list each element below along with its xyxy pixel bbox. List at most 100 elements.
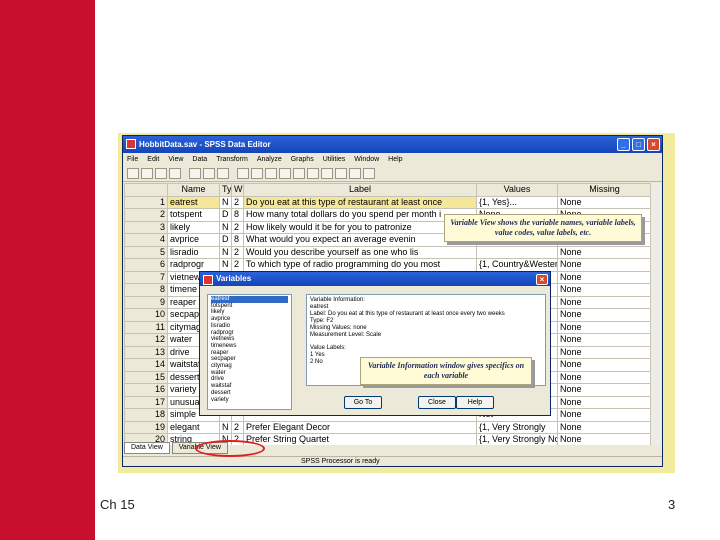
- menu-utilities[interactable]: Utilities: [323, 153, 346, 166]
- list-item[interactable]: citymag: [211, 363, 288, 370]
- cell-missing[interactable]: None: [557, 395, 651, 409]
- cell-missing[interactable]: None: [557, 333, 651, 347]
- open-icon[interactable]: [127, 168, 139, 179]
- goto-chart-icon[interactable]: [217, 168, 229, 179]
- insert-variable-icon[interactable]: [293, 168, 305, 179]
- cell-label[interactable]: Prefer String Quartet: [243, 433, 477, 445]
- list-item[interactable]: reaper: [211, 350, 288, 357]
- window-titlebar[interactable]: HobbitData.sav - SPSS Data Editor _ □ ×: [123, 136, 662, 153]
- column-header-values[interactable]: Values: [476, 183, 558, 197]
- cell-width[interactable]: 2: [231, 245, 244, 259]
- column-header-width[interactable]: W: [231, 183, 244, 197]
- list-item[interactable]: waitstaf: [211, 383, 288, 390]
- cell-width[interactable]: 8: [231, 233, 244, 247]
- undo-icon[interactable]: [189, 168, 201, 179]
- cell-type[interactable]: N: [219, 245, 232, 259]
- list-item[interactable]: variety: [211, 397, 288, 404]
- cell-type[interactable]: N: [219, 420, 232, 434]
- tab-data-view[interactable]: Data View: [124, 442, 170, 454]
- cell-label[interactable]: How likely would it be for you to patron…: [243, 220, 477, 234]
- cell-label[interactable]: To which type of radio programming do yo…: [243, 258, 477, 272]
- cell-type[interactable]: N: [219, 195, 232, 209]
- insert-case-icon[interactable]: [279, 168, 291, 179]
- cell-missing[interactable]: None: [557, 433, 651, 445]
- print-icon[interactable]: [155, 168, 167, 179]
- cell-values[interactable]: [476, 245, 558, 259]
- find-icon[interactable]: [265, 168, 277, 179]
- cell-width[interactable]: 2: [231, 220, 244, 234]
- column-header-type[interactable]: Ty: [219, 183, 232, 197]
- list-item[interactable]: eatrest: [211, 296, 288, 303]
- list-item[interactable]: secpaper: [211, 356, 288, 363]
- cell-label[interactable]: How many total dollars do you spend per …: [243, 208, 477, 222]
- list-item[interactable]: water: [211, 370, 288, 377]
- cell-values[interactable]: {1, Country&Western}...: [476, 258, 558, 272]
- help-button[interactable]: Help: [456, 396, 494, 409]
- select-cases-icon[interactable]: [335, 168, 347, 179]
- menu-transform[interactable]: Transform: [216, 153, 248, 166]
- cell-missing[interactable]: None: [557, 383, 651, 397]
- table-row[interactable]: 19 elegant N 2 Prefer Elegant Decor {1, Very …: [124, 420, 651, 434]
- cell-name[interactable]: eatrest: [167, 195, 220, 209]
- list-item[interactable]: likely: [211, 309, 288, 316]
- dialog-close-btn[interactable]: Close: [418, 396, 456, 409]
- list-item[interactable]: totspent: [211, 303, 288, 310]
- cell-values[interactable]: {1, Very Strongly Not: [476, 433, 558, 445]
- vertical-scrollbar[interactable]: [650, 183, 661, 445]
- cell-label[interactable]: What would you expect an average evenin: [243, 233, 477, 247]
- weight-cases-icon[interactable]: [321, 168, 333, 179]
- cell-name[interactable]: totspent: [167, 208, 220, 222]
- cell-name[interactable]: likely: [167, 220, 220, 234]
- cell-label[interactable]: Would you describe yourself as one who l…: [243, 245, 477, 259]
- list-item[interactable]: avprice: [211, 316, 288, 323]
- cell-missing[interactable]: None: [557, 345, 651, 359]
- cell-missing[interactable]: None: [557, 308, 651, 322]
- cell-missing[interactable]: None: [557, 320, 651, 334]
- table-row[interactable]: 5 lisradio N 2 Would you describe yourself a…: [124, 245, 651, 259]
- menu-analyze[interactable]: Analyze: [257, 153, 282, 166]
- cell-missing[interactable]: None: [557, 195, 651, 209]
- variable-list[interactable]: eatrest totspent likely avprice lisradio radp…: [207, 294, 292, 410]
- goto-button[interactable]: Go To: [344, 396, 382, 409]
- cell-missing[interactable]: None: [557, 270, 651, 284]
- cell-name[interactable]: lisradio: [167, 245, 220, 259]
- variables-icon[interactable]: [251, 168, 263, 179]
- menu-edit[interactable]: Edit: [147, 153, 159, 166]
- cell-missing[interactable]: None: [557, 358, 651, 372]
- menu-graphs[interactable]: Graphs: [291, 153, 314, 166]
- cell-width[interactable]: 2: [231, 258, 244, 272]
- cell-type[interactable]: D: [219, 208, 232, 222]
- use-sets-icon[interactable]: [363, 168, 375, 179]
- cell-type[interactable]: N: [219, 220, 232, 234]
- list-item[interactable]: drive: [211, 376, 288, 383]
- redo-icon[interactable]: [203, 168, 215, 179]
- menu-view[interactable]: View: [168, 153, 183, 166]
- cell-width[interactable]: 8: [231, 208, 244, 222]
- cell-missing[interactable]: None: [557, 408, 651, 422]
- cell-type[interactable]: N: [219, 258, 232, 272]
- menu-help[interactable]: Help: [388, 153, 402, 166]
- table-row[interactable]: 1 eatrest N 2 Do you eat at this type of res…: [124, 195, 651, 209]
- cell-missing[interactable]: None: [557, 295, 651, 309]
- cell-missing[interactable]: None: [557, 258, 651, 272]
- save-icon[interactable]: [141, 168, 153, 179]
- cell-missing[interactable]: None: [557, 245, 651, 259]
- cell-name[interactable]: elegant: [167, 420, 220, 434]
- dialog-titlebar[interactable]: Variables ×: [200, 272, 550, 286]
- maximize-button[interactable]: □: [632, 138, 645, 151]
- cell-missing[interactable]: None: [557, 420, 651, 434]
- dialog-recall-icon[interactable]: [169, 168, 181, 179]
- table-row[interactable]: 6 radprogr N 2 To which type of radio progra…: [124, 258, 651, 272]
- list-item[interactable]: dessert: [211, 390, 288, 397]
- column-header-name[interactable]: Name: [167, 183, 220, 197]
- dialog-close-button[interactable]: ×: [536, 274, 548, 285]
- goto-case-icon[interactable]: [237, 168, 249, 179]
- list-item[interactable]: radprogr: [211, 330, 288, 337]
- close-button[interactable]: ×: [647, 138, 660, 151]
- value-labels-icon[interactable]: [349, 168, 361, 179]
- cell-name[interactable]: radprogr: [167, 258, 220, 272]
- cell-width[interactable]: 2: [231, 195, 244, 209]
- menu-data[interactable]: Data: [192, 153, 207, 166]
- cell-type[interactable]: D: [219, 233, 232, 247]
- split-file-icon[interactable]: [307, 168, 319, 179]
